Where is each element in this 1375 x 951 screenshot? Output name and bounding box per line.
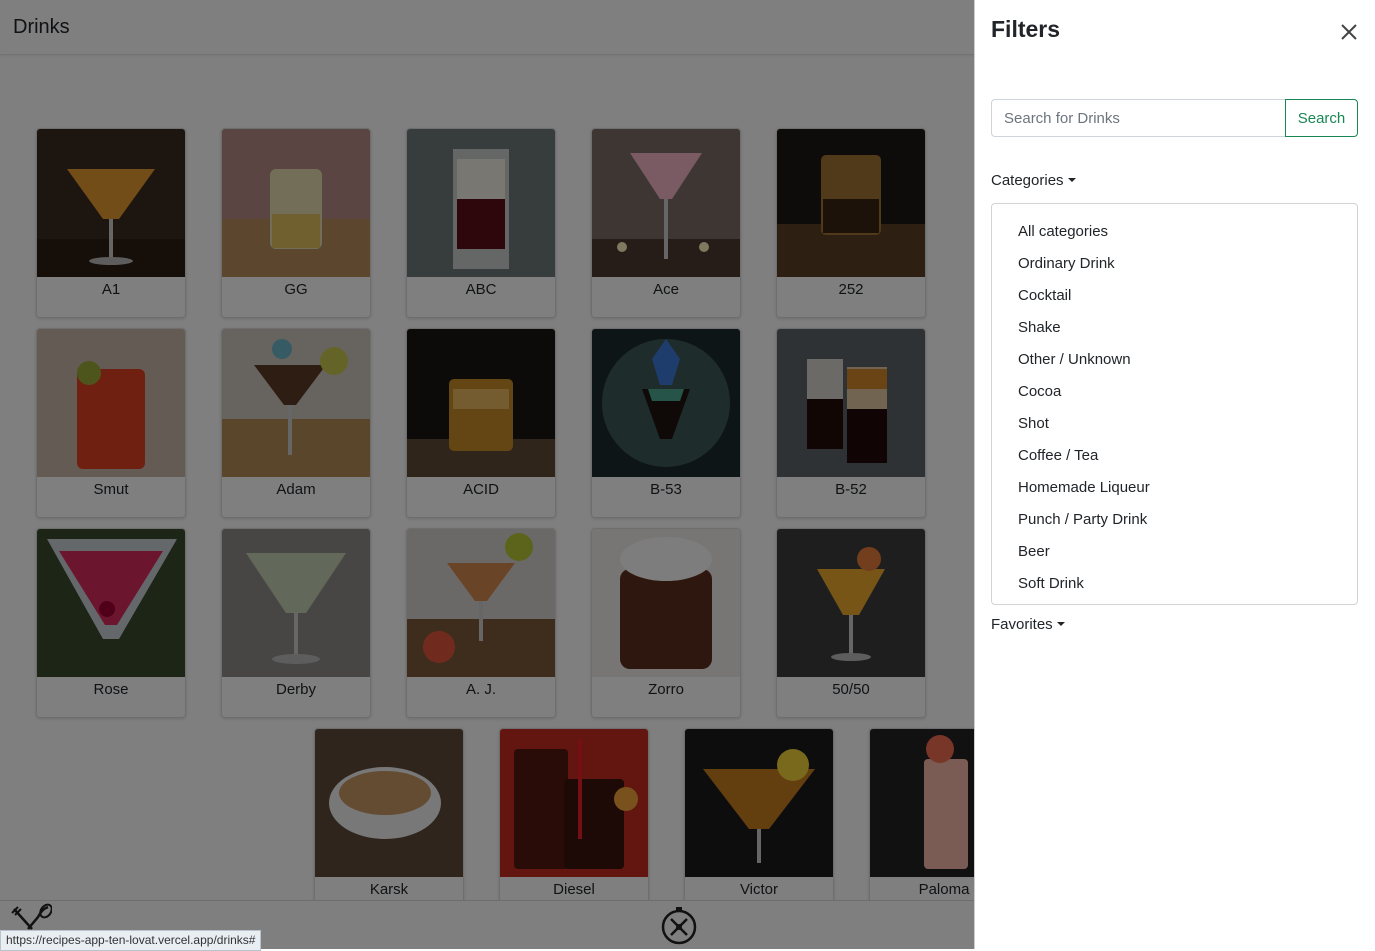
favorites-dropdown-toggle[interactable]: Favorites [991, 616, 1065, 633]
search-input[interactable] [991, 99, 1285, 137]
categories-menu: All categories Ordinary Drink Cocktail S… [991, 203, 1358, 605]
categories-dropdown-toggle[interactable]: Categories [991, 172, 1076, 189]
category-item[interactable]: Ordinary Drink [992, 250, 1357, 282]
filters-offcanvas: Filters Search Categories All categories… [974, 0, 1375, 949]
category-item[interactable]: Beer [992, 538, 1357, 570]
caret-down-icon [1056, 622, 1065, 626]
filters-title: Filters [991, 16, 1061, 42]
status-bar-url: https://recipes-app-ten-lovat.vercel.app… [0, 930, 262, 951]
category-item[interactable]: Punch / Party Drink [992, 506, 1357, 538]
category-item[interactable]: Shake [992, 314, 1357, 346]
category-item[interactable]: Coffee / Tea [992, 442, 1357, 474]
category-item[interactable]: Cocktail [992, 282, 1357, 314]
category-item[interactable]: Shot [992, 410, 1357, 442]
category-item[interactable]: Homemade Liqueur [992, 474, 1357, 506]
categories-label: Categories [991, 172, 1064, 189]
category-item[interactable]: Soft Drink [992, 570, 1357, 602]
favorites-label: Favorites [991, 616, 1053, 633]
close-icon[interactable] [1337, 20, 1361, 44]
search-button[interactable]: Search [1285, 99, 1358, 137]
category-item[interactable]: Other / Unknown [992, 346, 1357, 378]
category-item[interactable]: All categories [992, 218, 1357, 250]
caret-down-icon [1067, 178, 1076, 182]
category-item[interactable]: Cocoa [992, 378, 1357, 410]
